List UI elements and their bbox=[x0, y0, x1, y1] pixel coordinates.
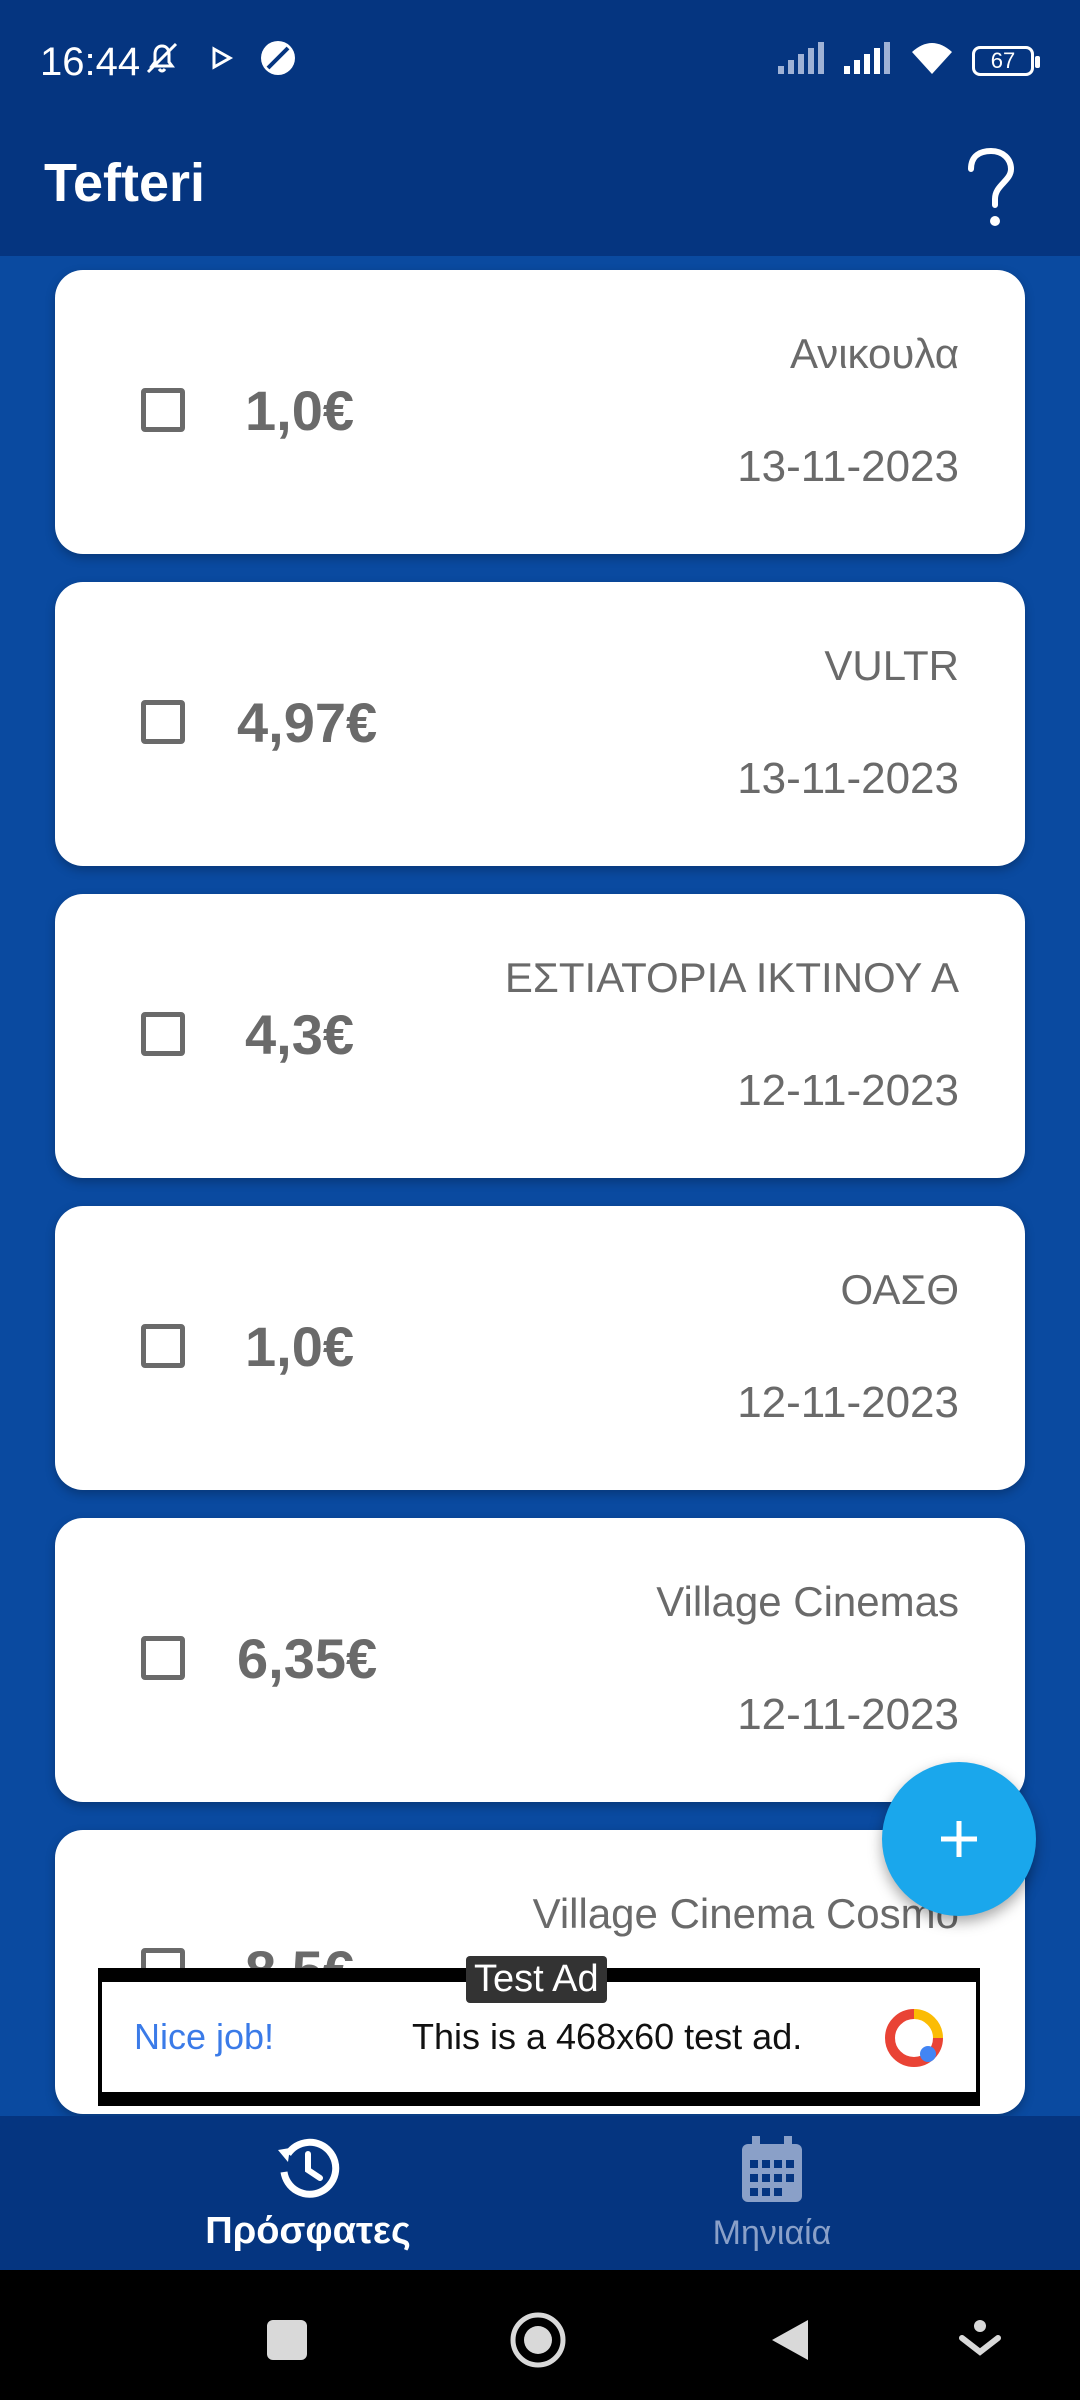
ad-text: This is a 468x60 test ad. bbox=[412, 2016, 803, 2057]
battery-level: 67 bbox=[990, 47, 1016, 73]
entry-card[interactable]: 1,0€ ΟΑΣΘ 12-11-2023 bbox=[55, 1206, 1025, 1490]
calendar-icon bbox=[742, 2136, 802, 2202]
entry-checkbox[interactable] bbox=[141, 700, 185, 744]
ad-nice-text: Nice job! bbox=[134, 2016, 275, 2057]
status-time: 16:44 bbox=[40, 40, 141, 84]
vpn-icon bbox=[258, 38, 298, 83]
entry-name: Ανικουλα bbox=[789, 330, 959, 377]
signal-2-icon bbox=[842, 40, 892, 81]
add-entry-button[interactable] bbox=[882, 1762, 1036, 1916]
entry-checkbox[interactable] bbox=[141, 388, 185, 432]
entry-name: ΕΣΤΙΑΤΟΡΙΑ ΙΚΤΙΝΟΥ Α bbox=[504, 954, 959, 1001]
help-button[interactable] bbox=[946, 140, 1036, 240]
bell-off-icon bbox=[140, 36, 184, 85]
home-circle-icon bbox=[510, 2312, 566, 2368]
nav-label-recent: Πρόσφατες bbox=[205, 2210, 411, 2252]
app-title: Tefteri bbox=[44, 153, 206, 213]
nav-item-recent[interactable]: Πρόσφατες bbox=[38, 2116, 578, 2270]
nav-label-monthly: Μηνιαία bbox=[712, 2214, 832, 2252]
entry-date: 12-11-2023 bbox=[737, 1066, 959, 1115]
plus-icon bbox=[941, 1821, 977, 1857]
entry-name: VULTR bbox=[824, 642, 959, 689]
entry-amount: 1,0€ bbox=[245, 379, 354, 442]
entry-card[interactable]: 6,35€ Village Cinemas 12-11-2023 bbox=[55, 1518, 1025, 1802]
entry-amount: 4,3€ bbox=[245, 1003, 354, 1066]
history-icon bbox=[278, 2138, 340, 2198]
entry-checkbox[interactable] bbox=[141, 1324, 185, 1368]
entry-card[interactable]: 4,3€ ΕΣΤΙΑΤΟΡΙΑ ΙΚΤΙΝΟΥ Α 12-11-2023 bbox=[55, 894, 1025, 1178]
entry-name: ΟΑΣΘ bbox=[840, 1266, 959, 1313]
ad-label: Test Ad bbox=[466, 1956, 607, 2003]
help-icon bbox=[968, 147, 1015, 226]
ad-logo-icon bbox=[885, 2009, 943, 2067]
status-left-icons bbox=[140, 36, 298, 85]
entry-name: Village Cinemas bbox=[656, 1578, 959, 1625]
entry-amount: 6,35€ bbox=[237, 1627, 378, 1690]
status-bar: 16:44 67 bbox=[0, 0, 1080, 128]
bottom-navigation: Πρόσφατες Μηνιαία bbox=[0, 2116, 1080, 2270]
entry-date: 13-11-2023 bbox=[737, 754, 959, 803]
entry-checkbox[interactable] bbox=[141, 1012, 185, 1056]
entry-name: Village Cinema Cosmo bbox=[532, 1890, 959, 1937]
recents-button[interactable] bbox=[257, 2310, 317, 2370]
entry-amount: 1,0€ bbox=[245, 1315, 354, 1378]
nav-item-monthly[interactable]: Μηνιαία bbox=[502, 2116, 1042, 2270]
battery-icon: 67 bbox=[972, 45, 1040, 76]
system-navigation-bar bbox=[0, 2270, 1080, 2400]
status-right-icons: 67 bbox=[776, 40, 1040, 81]
entry-date: 12-11-2023 bbox=[737, 1378, 959, 1427]
square-icon bbox=[267, 2320, 307, 2360]
play-icon bbox=[206, 43, 236, 78]
back-button[interactable] bbox=[760, 2310, 820, 2370]
entry-card[interactable]: 4,97€ VULTR 13-11-2023 bbox=[55, 582, 1025, 866]
entry-card[interactable]: 1,0€ Ανικουλα 13-11-2023 bbox=[55, 270, 1025, 554]
accessibility-icon bbox=[959, 2320, 1001, 2356]
entry-checkbox[interactable] bbox=[141, 1636, 185, 1680]
entry-date: 12-11-2023 bbox=[737, 1690, 959, 1739]
ad-banner[interactable]: Nice job! This is a 468x60 test ad. Test… bbox=[98, 1956, 980, 2106]
back-triangle-icon bbox=[772, 2320, 808, 2360]
entry-amount: 4,97€ bbox=[237, 691, 378, 754]
signal-1-icon bbox=[776, 40, 826, 81]
app-bar: Tefteri bbox=[0, 128, 1080, 256]
home-button[interactable] bbox=[508, 2310, 568, 2370]
accessibility-button[interactable] bbox=[950, 2310, 1010, 2370]
wifi-icon bbox=[908, 40, 956, 81]
entry-date: 13-11-2023 bbox=[737, 442, 959, 491]
